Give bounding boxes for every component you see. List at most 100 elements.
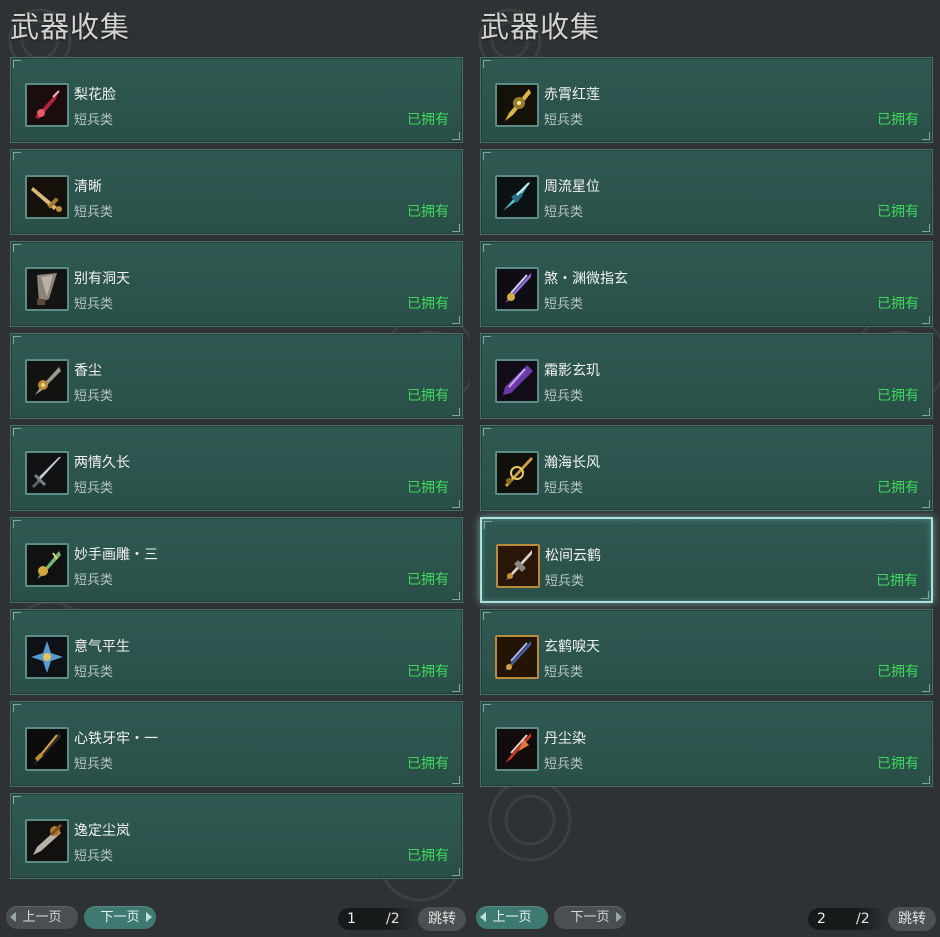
next-page-label: 下一页	[570, 910, 610, 925]
weapon-type: 短兵类	[74, 481, 114, 496]
owned-status: 已拥有	[877, 296, 919, 312]
panel-title: 武器收集	[480, 10, 601, 44]
owned-status: 已拥有	[407, 480, 449, 496]
bronze-cleaver-icon	[25, 819, 69, 863]
weapon-name: 别有洞天	[74, 271, 130, 287]
green-gold-blade-icon	[25, 543, 69, 587]
chevron-left-icon	[10, 912, 16, 922]
weapon-card[interactable]: 香尘 短兵类 已拥有	[10, 333, 463, 419]
weapon-name: 霜影玄玑	[544, 363, 600, 379]
weapon-name: 周流星位	[544, 179, 600, 195]
prev-page-label: 上一页	[492, 910, 532, 925]
weapon-card[interactable]: 玄鹤唳天 短兵类 已拥有	[480, 609, 933, 695]
weapon-name: 煞・渊微指玄	[544, 271, 628, 287]
weapon-name: 逸定尘岚	[74, 823, 130, 839]
weapon-name: 玄鹤唳天	[544, 639, 600, 655]
owned-status: 已拥有	[407, 112, 449, 128]
weapon-card[interactable]: 丹尘染 短兵类 已拥有	[480, 701, 933, 787]
prev-page-button[interactable]: 上一页	[6, 906, 78, 929]
owned-status: 已拥有	[407, 848, 449, 864]
weapon-name: 梨花脸	[74, 87, 116, 103]
weapon-type: 短兵类	[544, 389, 584, 404]
blue-star-blade-icon	[25, 635, 69, 679]
weapon-collection-panel-left: 武器收集 梨花脸 短兵类 已拥有 清晰 短兵类 已拥有 别有洞天 短兵类 已拥有…	[0, 0, 470, 937]
weapon-type: 短兵类	[544, 297, 584, 312]
next-page-label: 下一页	[100, 910, 140, 925]
weapon-name: 赤霄红莲	[544, 87, 600, 103]
next-page-button[interactable]: 下一页	[554, 906, 626, 929]
violet-blade-icon	[495, 267, 539, 311]
weapon-type: 短兵类	[74, 665, 114, 680]
weapon-name: 瀚海长风	[544, 455, 600, 471]
weapon-name: 意气平生	[74, 639, 130, 655]
stone-blade-icon	[25, 267, 69, 311]
weapon-card[interactable]: 霜影玄玑 短兵类 已拥有	[480, 333, 933, 419]
weapon-type: 短兵类	[544, 113, 584, 128]
weapon-type: 短兵类	[544, 205, 584, 220]
panel-title: 武器收集	[10, 10, 131, 44]
weapon-collection-panel-right: 武器收集 赤霄红莲 短兵类 已拥有 周流星位 短兵类 已拥有 煞・渊微指玄 短兵…	[470, 0, 940, 937]
silver-dagger-icon	[25, 451, 69, 495]
next-page-button[interactable]: 下一页	[84, 906, 156, 929]
owned-status: 已拥有	[407, 296, 449, 312]
weapon-type: 短兵类	[74, 389, 114, 404]
weapon-card[interactable]: 别有洞天 短兵类 已拥有	[10, 241, 463, 327]
weapon-card[interactable]: 煞・渊微指玄 短兵类 已拥有	[480, 241, 933, 327]
owned-status: 已拥有	[877, 112, 919, 128]
jump-button[interactable]: 跳转	[888, 907, 936, 931]
weapon-card[interactable]: 瀚海长风 短兵类 已拥有	[480, 425, 933, 511]
weapon-name: 心铁牙牢・一	[74, 731, 158, 747]
prev-page-label: 上一页	[22, 910, 62, 925]
chevron-left-icon	[480, 912, 486, 922]
weapon-card[interactable]: 赤霄红莲 短兵类 已拥有	[480, 57, 933, 143]
cyan-spear-blade-icon	[495, 175, 539, 219]
owned-status: 已拥有	[877, 388, 919, 404]
page-number-input[interactable]: 2	[808, 908, 856, 930]
owned-status: 已拥有	[877, 480, 919, 496]
pagination: 上一页 下一页 1 /2 跳转	[0, 906, 470, 931]
black-gold-dagger-icon	[25, 727, 69, 771]
weapon-card[interactable]: 妙手画雕・三 短兵类 已拥有	[10, 517, 463, 603]
weapon-type: 短兵类	[544, 757, 584, 772]
weapon-type: 短兵类	[74, 297, 114, 312]
weapon-type: 短兵类	[544, 481, 584, 496]
weapon-type: 短兵类	[544, 665, 584, 680]
weapon-card[interactable]: 周流星位 短兵类 已拥有	[480, 149, 933, 235]
jump-button[interactable]: 跳转	[418, 907, 466, 931]
weapon-name: 两情久长	[74, 455, 130, 471]
weapon-card[interactable]: 逸定尘岚 短兵类 已拥有	[10, 793, 463, 879]
red-dagger-icon	[25, 83, 69, 127]
weapon-card[interactable]: 梨花脸 短兵类 已拥有	[10, 57, 463, 143]
crane-blade-icon	[496, 544, 540, 588]
page-total: /2	[386, 908, 416, 930]
page-total: /2	[856, 908, 886, 930]
golden-ornate-blade-icon	[495, 83, 539, 127]
owned-status: 已拥有	[407, 664, 449, 680]
pagination: 上一页 下一页 2 /2 跳转	[470, 906, 940, 931]
owned-status: 已拥有	[407, 388, 449, 404]
weapon-type: 短兵类	[74, 113, 114, 128]
weapon-name: 清晰	[74, 179, 102, 195]
weapon-card[interactable]: 清晰 短兵类 已拥有	[10, 149, 463, 235]
weapon-name: 香尘	[74, 363, 102, 379]
prev-page-button[interactable]: 上一页	[476, 906, 548, 929]
purple-blade-icon	[495, 359, 539, 403]
weapon-name: 松间云鹤	[545, 548, 601, 564]
weapon-name: 妙手画雕・三	[74, 547, 158, 563]
gold-dagger-icon	[25, 175, 69, 219]
owned-status: 已拥有	[407, 572, 449, 588]
weapon-card[interactable]: 意气平生 短兵类 已拥有	[10, 609, 463, 695]
owned-status: 已拥有	[407, 204, 449, 220]
bronze-blade-icon	[25, 359, 69, 403]
owned-status: 已拥有	[877, 664, 919, 680]
weapon-card-selected[interactable]: 松间云鹤 短兵类 已拥有	[480, 517, 933, 603]
owned-status: 已拥有	[407, 756, 449, 772]
weapon-name: 丹尘染	[544, 731, 586, 747]
chevron-right-icon	[616, 912, 622, 922]
weapon-type: 短兵类	[74, 849, 114, 864]
weapon-card[interactable]: 心铁牙牢・一 短兵类 已拥有	[10, 701, 463, 787]
weapon-card[interactable]: 两情久长 短兵类 已拥有	[10, 425, 463, 511]
weapon-type: 短兵类	[74, 757, 114, 772]
chevron-right-icon	[146, 912, 152, 922]
page-number-input[interactable]: 1	[338, 908, 386, 930]
